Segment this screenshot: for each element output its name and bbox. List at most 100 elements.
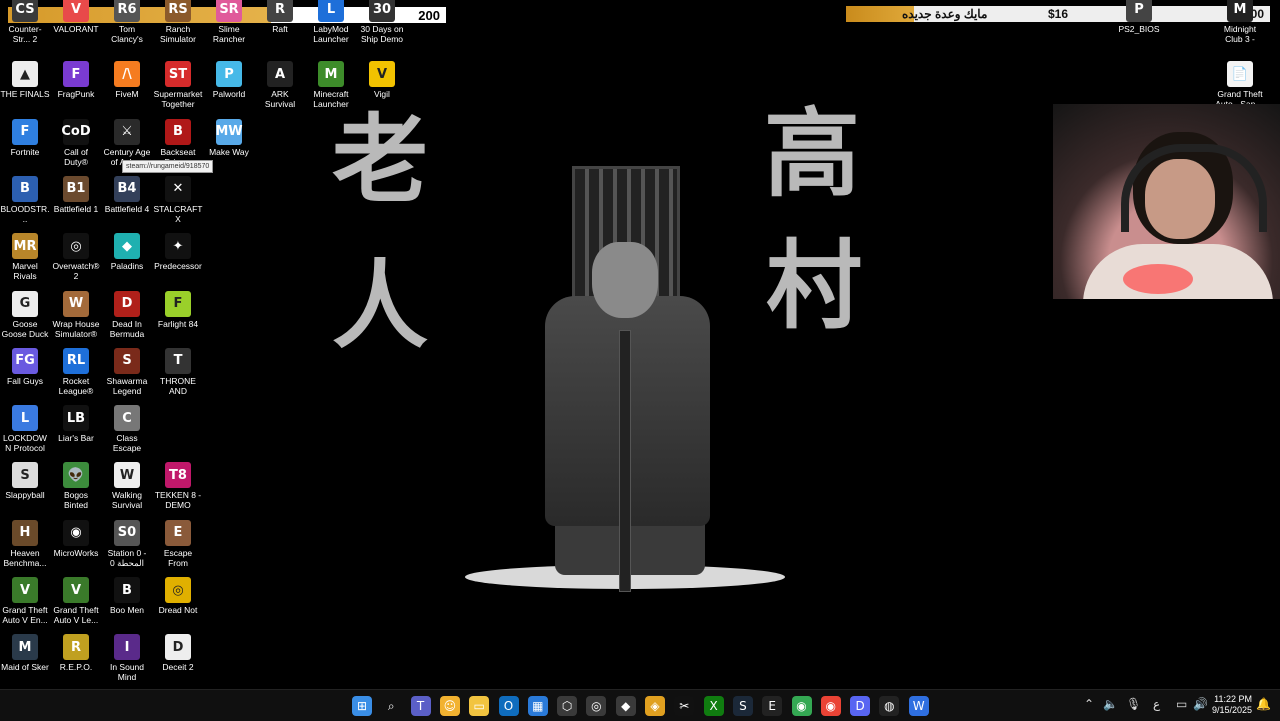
desktop-icon-label: Goose Goose Duck (1, 318, 49, 339)
desktop-icon[interactable]: G Goose Goose Duck (0, 290, 50, 339)
app-blue-icon[interactable]: W (908, 696, 929, 716)
desktop-icon[interactable]: I In Sound Mind (102, 634, 152, 682)
desktop-icon[interactable]: S Shawarma Legend (102, 347, 152, 396)
desktop-icon[interactable]: L LabyMod Launcher (306, 0, 356, 44)
desktop-icon-label: Deceit 2 (162, 662, 194, 673)
desktop-icon[interactable]: D Dead In Bermuda (102, 290, 152, 339)
desktop-icon[interactable]: MMidnight Club 3 - DU... (1215, 0, 1265, 44)
desktop-icon[interactable]: H Heaven Benchma... (0, 519, 50, 568)
emoji-icon[interactable]: ☺ (439, 696, 460, 716)
desktop-icon[interactable]: P PS2_BIOS (1114, 0, 1164, 34)
desktop-icon[interactable]: F Fortnite (0, 118, 50, 157)
chrome-profile-icon[interactable]: ◉ (820, 696, 841, 716)
desktop-icon[interactable]: B Boo Men (102, 577, 152, 615)
desktop-icon[interactable]: SR Slime Rancher (204, 0, 254, 44)
epic-games-icon[interactable]: E (762, 696, 783, 716)
desktop-icon[interactable]: W Wrap House Simulator® (51, 290, 101, 339)
desktop-icon[interactable]: V Grand Theft Auto V En... (0, 577, 50, 625)
xbox-icon[interactable]: X (703, 696, 724, 716)
desktop-icon[interactable]: ▲ THE FINALS (0, 61, 50, 99)
note-icon[interactable]: ◆ (615, 696, 636, 716)
dread-not-icon: ◎ (165, 577, 191, 603)
system-clock[interactable]: 11:22 PM 9/15/2025 (1212, 694, 1252, 716)
desktop-icon-label: BLOODSTR... (0, 203, 50, 224)
desktop-icon[interactable]: B1 Battlefield 1 (51, 175, 101, 214)
desktop-icon[interactable]: RL Rocket League® (51, 347, 101, 396)
desktop-icon[interactable]: 30 30 Days on Ship Demo (357, 0, 407, 44)
desktop-icon[interactable]: CoD Call of Duty® (51, 118, 101, 167)
desktop-icon[interactable]: R Raft (255, 0, 305, 34)
desktop-icon[interactable]: 📄Grand Theft Auto - San ... (1215, 61, 1265, 109)
desktop-icon[interactable]: EEscape From Duckov De... (153, 519, 203, 568)
desktop-icon[interactable]: T8 TEKKEN 8 - DEMO (153, 462, 203, 510)
discord-icon[interactable]: D (850, 696, 871, 716)
desktop-icon[interactable]: MW Make Way (204, 118, 254, 157)
windows-start-icon[interactable]: ⊞ (352, 696, 372, 716)
cane-illustration (619, 330, 631, 592)
desktop-icon[interactable]: S Slappyball (0, 462, 50, 500)
search-icon[interactable]: ⌕ (381, 696, 401, 716)
desktop-icon[interactable]: F FragPunk (51, 61, 101, 99)
desktop-icon[interactable]: B4 Battlefield 4 (102, 175, 152, 214)
fragpunk-icon: F (63, 61, 89, 88)
steam-icon[interactable]: S (732, 696, 753, 716)
desktop-icon-label: Class Escape (112, 433, 142, 454)
capcut-icon[interactable]: ✂ (674, 696, 695, 716)
desktop-icon[interactable]: /\ FiveM (102, 61, 152, 99)
chrome-icon[interactable]: ◉ (791, 696, 812, 716)
desktop-icon[interactable]: L LOCKDOWN Protocol (0, 405, 50, 453)
desktop-icon[interactable]: R R.E.P.O. (51, 634, 101, 672)
capture-icon[interactable]: ◎ (586, 696, 607, 716)
goose-goose-duck-icon: G (12, 290, 38, 317)
desktop-icon[interactable]: 👽 Bogos Binted (51, 462, 101, 510)
outlook-icon[interactable]: O (498, 696, 519, 716)
shawarma-legend-icon: S (114, 347, 140, 374)
desktop-icon[interactable]: ◆ Paladins (102, 233, 152, 271)
station-0-icon: S0 (114, 519, 140, 546)
desktop-icon[interactable]: ✕ STALCRAFT X (153, 175, 203, 224)
microphone-tray-icon[interactable]: 🎙 (1126, 697, 1141, 711)
desktop-icon[interactable]: D Deceit 2 (153, 634, 203, 672)
desktop-icon[interactable]: W Walking Survival (102, 462, 152, 510)
desktop-icon[interactable]: MR Marvel Rivals (0, 233, 50, 281)
network-icon[interactable]: ▭ (1176, 697, 1187, 711)
desktop-icon[interactable]: V Grand Theft Auto V Le... (51, 577, 101, 625)
desktop-icon[interactable]: LB Liar's Bar (51, 405, 101, 443)
speaker-icon[interactable]: 🔊 (1193, 697, 1208, 711)
desktop-icon[interactable]: TTHRONE AND LIBERTY (153, 347, 203, 396)
desktop-icon[interactable]: ◎ Overwatch® 2 (51, 233, 101, 281)
desktop-icon[interactable]: P Palworld (204, 61, 254, 99)
desktop-icon[interactable]: ◉ MicroWorks (51, 519, 101, 558)
volume-tray-icon[interactable]: 🔈 (1103, 697, 1118, 711)
desktop-icon[interactable]: AARK Survival Evolved (255, 61, 305, 109)
desktop-icon[interactable]: C Class Escape (102, 405, 152, 453)
desktop-icon[interactable]: V Vigil (357, 61, 407, 99)
desktop-icon-label: THE FINALS (0, 89, 50, 100)
desktop-icon[interactable]: F Farlight 84 (153, 290, 203, 329)
desktop-icon[interactable]: B BLOODSTR... (0, 175, 50, 224)
throne-liberty-icon: T (165, 347, 191, 374)
desktop-icon[interactable]: S0 Station 0 - المحطة 0 (102, 519, 152, 568)
file-explorer-icon[interactable]: ▭ (469, 696, 490, 716)
store-icon[interactable]: ▦ (527, 696, 548, 716)
settings-app-icon[interactable]: ⬡ (557, 696, 578, 716)
desktop-icon[interactable]: R6Tom Clancy's Rainbow Si... (102, 0, 152, 44)
show-hidden-icons-chevron-icon[interactable]: ⌃ (1084, 697, 1094, 711)
desktop-icon[interactable]: CS Counter-Str... 2 (0, 0, 50, 44)
teams-icon[interactable]: T (410, 696, 431, 716)
desktop-icon[interactable]: ✦ Predecessor (153, 233, 203, 271)
desktop-icon[interactable]: V VALORANT (51, 0, 101, 34)
notification-bell-icon[interactable]: 🔔 (1256, 697, 1271, 711)
desktop-icon[interactable]: M Maid of Sker (0, 634, 50, 672)
desktop-icon[interactable]: ◎ Dread Not (153, 577, 203, 615)
desktop-icon[interactable]: RS Ranch Simulator (153, 0, 203, 44)
gta-san-andreas-icon: 📄 (1227, 61, 1253, 88)
make-way-icon: MW (215, 118, 243, 145)
desktop-icon-label: LabyMod Launcher (313, 24, 349, 44)
desktop-icon[interactable]: M Minecraft Launcher (306, 61, 356, 109)
desktop-icon[interactable]: FG Fall Guys (0, 347, 50, 386)
desktop-icon[interactable]: ST Supermarket Together (153, 61, 203, 109)
input-language[interactable]: ع (1153, 697, 1160, 711)
obs-icon[interactable]: ◍ (879, 696, 900, 716)
folder-app-icon[interactable]: ◈ (645, 696, 665, 716)
